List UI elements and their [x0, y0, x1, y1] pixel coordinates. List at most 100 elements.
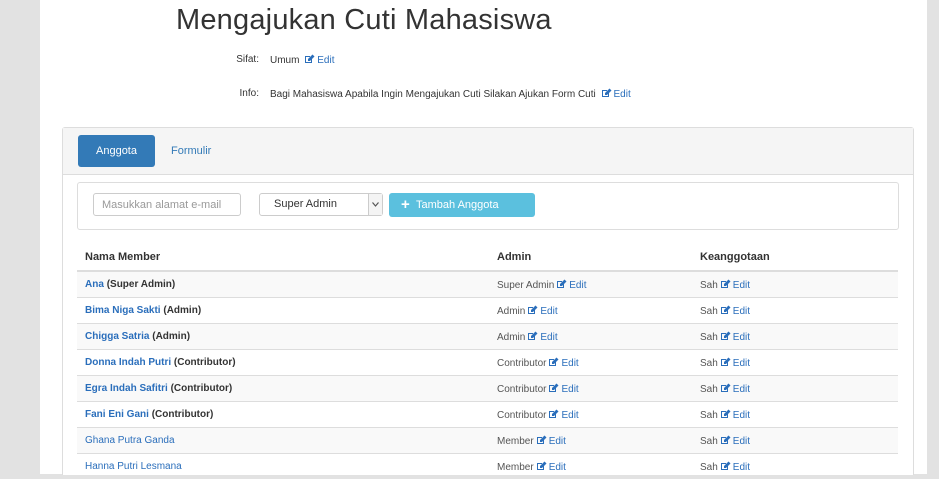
status-cell: SahEdit — [692, 402, 898, 428]
member-role-label: (Contributor) — [171, 383, 233, 394]
member-role-label: (Contributor) — [174, 357, 236, 368]
status-value: Sah — [700, 332, 718, 343]
page-title: Mengajukan Cuti Mahasiswa — [176, 4, 552, 37]
plus-icon: + — [401, 193, 410, 217]
member-role-label: (Super Admin) — [107, 279, 176, 290]
admin-value: Admin — [497, 332, 525, 343]
member-name-cell: Fani Eni Gani (Contributor) — [77, 402, 489, 428]
member-name-link[interactable]: Ana — [85, 279, 104, 290]
sifat-edit-link[interactable]: Edit — [302, 55, 334, 66]
status-edit-link[interactable]: Edit — [718, 410, 750, 421]
edit-icon — [548, 409, 559, 419]
admin-cell: MemberEdit — [489, 454, 692, 479]
status-edit-link[interactable]: Edit — [718, 358, 750, 369]
admin-edit-link[interactable]: Edit — [534, 436, 566, 447]
admin-cell: ContributorEdit — [489, 402, 692, 428]
admin-edit-link[interactable]: Edit — [534, 462, 566, 473]
members-table: Nama Member Admin Keanggotaan Ana (Super… — [77, 244, 898, 479]
role-select[interactable]: Super Admin — [259, 193, 383, 216]
member-name-link[interactable]: Bima Niga Sakti — [85, 305, 161, 316]
admin-value: Member — [497, 436, 534, 447]
table-row: Ana (Super Admin)Super AdminEditSahEdit — [77, 271, 898, 298]
member-name-cell: Ana (Super Admin) — [77, 271, 489, 298]
member-name-cell: Chigga Satria (Admin) — [77, 324, 489, 350]
tab-formulir[interactable]: Formulir — [171, 135, 211, 167]
edit-icon — [304, 54, 315, 64]
admin-edit-link[interactable]: Edit — [546, 410, 578, 421]
status-edit-link[interactable]: Edit — [718, 280, 750, 291]
chevron-down-icon — [368, 194, 382, 215]
status-cell: SahEdit — [692, 454, 898, 479]
status-edit-link[interactable]: Edit — [718, 332, 750, 343]
members-panel: Anggota Formulir Super Admin + Tambah An… — [62, 127, 914, 475]
admin-cell: AdminEdit — [489, 298, 692, 324]
status-edit-link[interactable]: Edit — [718, 462, 750, 473]
status-cell: SahEdit — [692, 376, 898, 402]
status-cell: SahEdit — [692, 428, 898, 454]
member-name-link[interactable]: Egra Indah Safitri — [85, 383, 168, 394]
admin-edit-link[interactable]: Edit — [546, 384, 578, 395]
edit-icon — [720, 409, 731, 419]
admin-cell: ContributorEdit — [489, 350, 692, 376]
table-row: Fani Eni Gani (Contributor)ContributorEd… — [77, 402, 898, 428]
member-name-link[interactable]: Ghana Putra Ganda — [85, 435, 175, 446]
admin-edit-link[interactable]: Edit — [525, 332, 557, 343]
admin-edit-link[interactable]: Edit — [554, 280, 586, 291]
member-name-cell: Bima Niga Sakti (Admin) — [77, 298, 489, 324]
member-name-link[interactable]: Hanna Putri Lesmana — [85, 461, 182, 472]
info-label: Info: — [199, 88, 259, 99]
member-name-link[interactable]: Fani Eni Gani — [85, 409, 149, 420]
admin-cell: AdminEdit — [489, 324, 692, 350]
status-value: Sah — [700, 410, 718, 421]
status-edit-link[interactable]: Edit — [718, 306, 750, 317]
add-member-button[interactable]: + Tambah Anggota — [389, 193, 535, 217]
member-name-cell: Egra Indah Safitri (Contributor) — [77, 376, 489, 402]
table-body: Ana (Super Admin)Super AdminEditSahEditB… — [77, 271, 898, 479]
edit-icon — [548, 357, 559, 367]
edit-icon — [536, 435, 547, 445]
member-role-label: (Contributor) — [152, 409, 214, 420]
edit-icon — [720, 279, 731, 289]
admin-value: Contributor — [497, 358, 546, 369]
status-edit-link[interactable]: Edit — [718, 384, 750, 395]
admin-value: Contributor — [497, 384, 546, 395]
status-edit-link[interactable]: Edit — [718, 436, 750, 447]
admin-value: Member — [497, 462, 534, 473]
admin-edit-link[interactable]: Edit — [546, 358, 578, 369]
status-value: Sah — [700, 358, 718, 369]
table-row: Donna Indah Putri (Contributor)Contribut… — [77, 350, 898, 376]
status-value: Sah — [700, 306, 718, 317]
status-cell: SahEdit — [692, 324, 898, 350]
info-edit-link[interactable]: Edit — [599, 89, 631, 100]
email-input[interactable] — [93, 193, 241, 216]
header-admin: Admin — [489, 244, 692, 271]
member-role-label: (Admin) — [152, 331, 190, 342]
status-value: Sah — [700, 436, 718, 447]
status-cell: SahEdit — [692, 271, 898, 298]
table-row: Chigga Satria (Admin)AdminEditSahEdit — [77, 324, 898, 350]
edit-icon — [720, 331, 731, 341]
member-name-cell: Donna Indah Putri (Contributor) — [77, 350, 489, 376]
edit-icon — [720, 461, 731, 471]
status-cell: SahEdit — [692, 350, 898, 376]
admin-value: Super Admin — [497, 280, 554, 291]
table-row: Bima Niga Sakti (Admin)AdminEditSahEdit — [77, 298, 898, 324]
add-member-form: Super Admin + Tambah Anggota — [77, 182, 899, 230]
member-name-cell: Ghana Putra Ganda — [77, 428, 489, 454]
admin-edit-link[interactable]: Edit — [525, 306, 557, 317]
page-container: Mengajukan Cuti Mahasiswa Sifat: Umum Ed… — [40, 0, 927, 474]
member-name-link[interactable]: Donna Indah Putri — [85, 357, 171, 368]
sifat-label: Sifat: — [199, 54, 259, 65]
edit-icon — [527, 305, 538, 315]
edit-icon — [601, 88, 612, 98]
member-name-cell: Hanna Putri Lesmana — [77, 454, 489, 479]
edit-icon — [536, 461, 547, 471]
tab-anggota[interactable]: Anggota — [78, 135, 155, 167]
status-cell: SahEdit — [692, 298, 898, 324]
status-value: Sah — [700, 384, 718, 395]
sifat-value: Umum — [270, 55, 299, 66]
header-nama-member: Nama Member — [77, 244, 489, 271]
info-value: Bagi Mahasiswa Apabila Ingin Mengajukan … — [270, 89, 596, 100]
table-header-row: Nama Member Admin Keanggotaan — [77, 244, 898, 271]
member-name-link[interactable]: Chigga Satria — [85, 331, 149, 342]
